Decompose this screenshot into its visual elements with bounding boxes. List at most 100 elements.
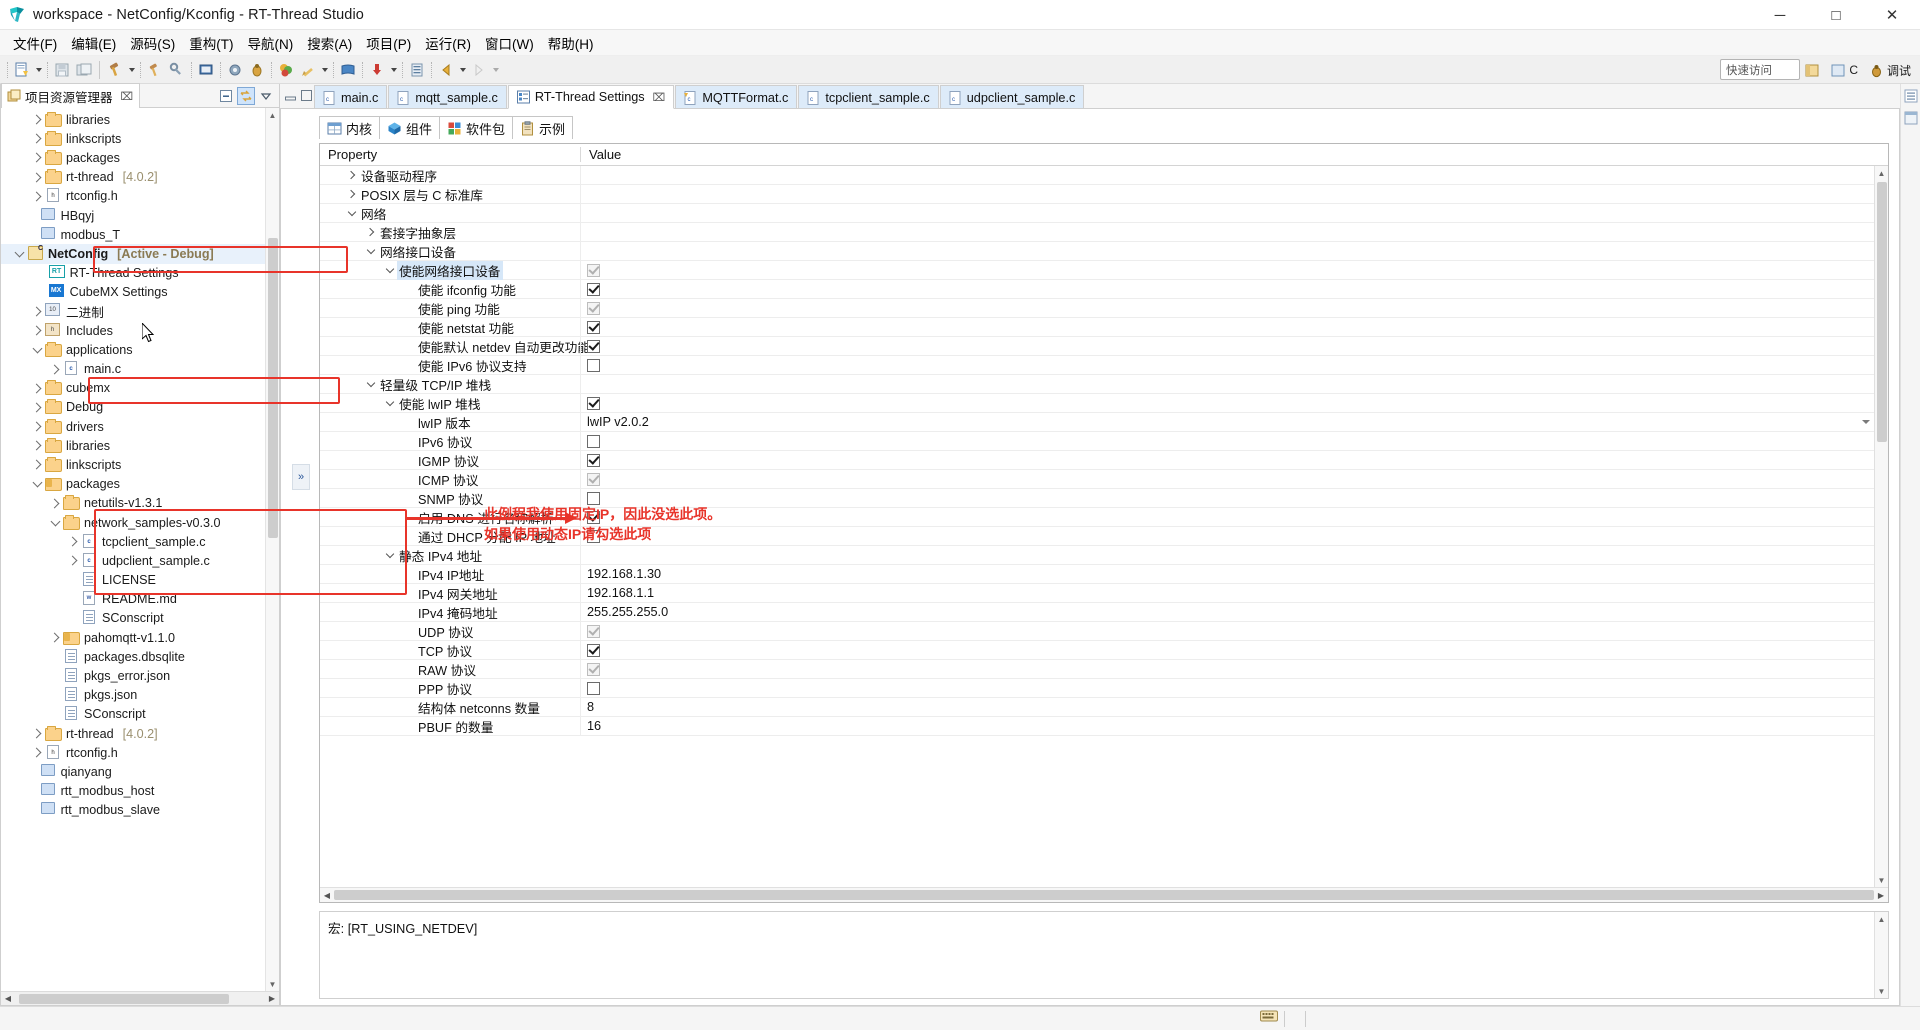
tree-item-packages-dbsqlite[interactable]: packages.dbsqlite [1,647,265,666]
property-value[interactable]: 192.168.1.1 [587,586,654,600]
terminal-icon[interactable] [195,59,217,81]
chevron-right-icon[interactable] [345,168,359,182]
tree-item-linkscripts[interactable]: linkscripts [1,455,265,474]
property-checkbox[interactable] [587,643,600,657]
scroll-left-icon[interactable]: ◀ [320,888,334,902]
tree-item-license[interactable]: LICENSE [1,571,265,590]
property-checkbox[interactable] [587,529,600,543]
property-row[interactable]: IGMP 协议 [320,451,1874,470]
property-row[interactable]: POSIX 层与 C 标准库 [320,185,1874,204]
property-value-cell[interactable] [580,660,1874,678]
menu-project[interactable]: 项目(P) [359,30,418,56]
property-checkbox[interactable] [587,472,600,486]
chevron-down-icon[interactable] [383,263,397,277]
minimize-button[interactable]: ─ [1752,0,1808,30]
chevron-right-icon[interactable] [29,303,45,319]
editor-tab-mqtt-sample-c[interactable]: c mqtt_sample.c [388,85,507,109]
save-all-icon[interactable] [73,59,95,81]
chevron-down-icon[interactable] [1862,420,1870,424]
property-checkbox[interactable] [587,662,600,676]
chevron-down-icon[interactable] [11,246,27,262]
property-row[interactable]: IPv6 协议 [320,432,1874,451]
scroll-up-icon[interactable]: ▲ [266,108,279,122]
property-value-cell[interactable] [580,299,1874,317]
tab-packages[interactable]: 软件包 [439,116,514,139]
new-file-dropdown-icon[interactable] [33,59,44,81]
restore-collapsed-view-button[interactable]: » [292,464,310,490]
tree-item-rt-thread-settings[interactable]: RT RT-Thread Settings [1,264,265,283]
chevron-right-icon[interactable] [29,726,45,742]
tree-item-includes[interactable]: h Includes [1,321,265,340]
property-value-cell[interactable]: 16 [580,717,1874,735]
macro-vertical-scrollbar[interactable]: ▲ ▼ [1874,912,1888,998]
tree-item-debug[interactable]: Debug [1,398,265,417]
close-button[interactable]: ✕ [1864,0,1920,30]
property-value-cell[interactable] [580,242,1874,260]
chevron-right-icon[interactable] [29,131,45,147]
property-row[interactable]: ICMP 协议 [320,470,1874,489]
view-menu-icon[interactable] [257,87,275,105]
property-value-cell[interactable] [580,356,1874,374]
property-value-cell[interactable]: 192.168.1.30 [580,565,1874,583]
property-row[interactable]: 使能默认 netdev 自动更改功能 [320,337,1874,356]
property-row[interactable]: 轻量级 TCP/IP 堆栈 [320,375,1874,394]
chevron-right-icon[interactable] [29,150,45,166]
tree-item-netconfig[interactable]: NetConfig [Active - Debug] [1,244,265,264]
list-icon[interactable] [406,59,428,81]
tree-item-network-samples-v0-3-0[interactable]: network_samples-v0.3.0 [1,513,265,532]
property-row[interactable]: SNMP 协议 [320,489,1874,508]
chevron-right-icon[interactable] [29,399,45,415]
build-dropdown-icon[interactable] [126,59,137,81]
property-row[interactable]: TCP 协议 [320,641,1874,660]
property-row[interactable]: 使能 ifconfig 功能 [320,280,1874,299]
perspective-debug[interactable]: 调试 [1866,60,1914,81]
property-checkbox[interactable] [587,510,600,524]
forward-dropdown-icon[interactable] [490,59,501,81]
property-row[interactable]: IPv4 网关地址 192.168.1.1 [320,584,1874,603]
back-arrow-icon[interactable] [435,59,457,81]
table-vertical-scrollbar[interactable]: ▲ ▼ [1874,166,1888,887]
property-value-cell[interactable] [580,318,1874,336]
chevron-right-icon[interactable] [47,495,63,511]
property-row[interactable]: 网络 [320,204,1874,223]
chevron-right-icon[interactable] [29,323,45,339]
build-hammer-icon[interactable] [104,59,126,81]
menu-refactor[interactable]: 重构(T) [182,30,240,56]
package-icon[interactable] [275,59,297,81]
property-row[interactable]: IPv4 IP地址 192.168.1.30 [320,565,1874,584]
chevron-down-icon[interactable] [364,244,378,258]
scroll-thumb[interactable] [268,238,278,538]
save-icon[interactable] [51,59,73,81]
property-row[interactable]: lwIP 版本 lwIP v2.0.2 [320,413,1874,432]
collapse-all-icon[interactable] [217,87,235,105]
property-row[interactable]: 结构体 netconns 数量 8 [320,698,1874,717]
tree-item-[interactable]: 10 二进制 [1,302,265,321]
property-checkbox[interactable] [587,282,600,296]
hscroll-thumb[interactable] [334,890,1874,900]
editor-tab-udpclient-sample-c[interactable]: c udpclient_sample.c [939,85,1085,109]
property-value-cell[interactable] [580,451,1874,469]
menu-search[interactable]: 搜索(A) [300,30,359,56]
tree-item-hbqyj[interactable]: HBqyj [1,206,265,225]
chevron-right-icon[interactable] [29,457,45,473]
properties-view-icon[interactable] [1903,110,1919,126]
property-row[interactable]: 网络接口设备 [320,242,1874,261]
chevron-right-icon[interactable] [29,112,45,128]
property-value-cell[interactable] [580,280,1874,298]
tree-item-pkgs-json[interactable]: pkgs.json [1,686,265,705]
property-checkbox[interactable] [587,491,600,505]
property-value-cell[interactable] [580,527,1874,545]
editor-tab-rt-thread-settings[interactable]: RT-Thread Settings ⌧ [507,85,675,109]
property-row[interactable]: 静态 IPv4 地址 [320,546,1874,565]
editor-tab-tcpclient-sample-c[interactable]: c tcpclient_sample.c [798,85,939,109]
maximize-button[interactable]: □ [1808,0,1864,30]
property-value-cell[interactable] [580,641,1874,659]
chevron-down-icon[interactable] [29,476,45,492]
tree-item-cubemx[interactable]: cubemx [1,379,265,398]
property-row[interactable]: 使能 IPv6 协议支持 [320,356,1874,375]
menu-edit[interactable]: 编辑(E) [64,30,123,56]
close-icon[interactable]: ⌧ [121,90,134,103]
property-value-cell[interactable] [580,432,1874,450]
property-checkbox[interactable] [587,624,600,638]
property-value-cell[interactable] [580,261,1874,279]
